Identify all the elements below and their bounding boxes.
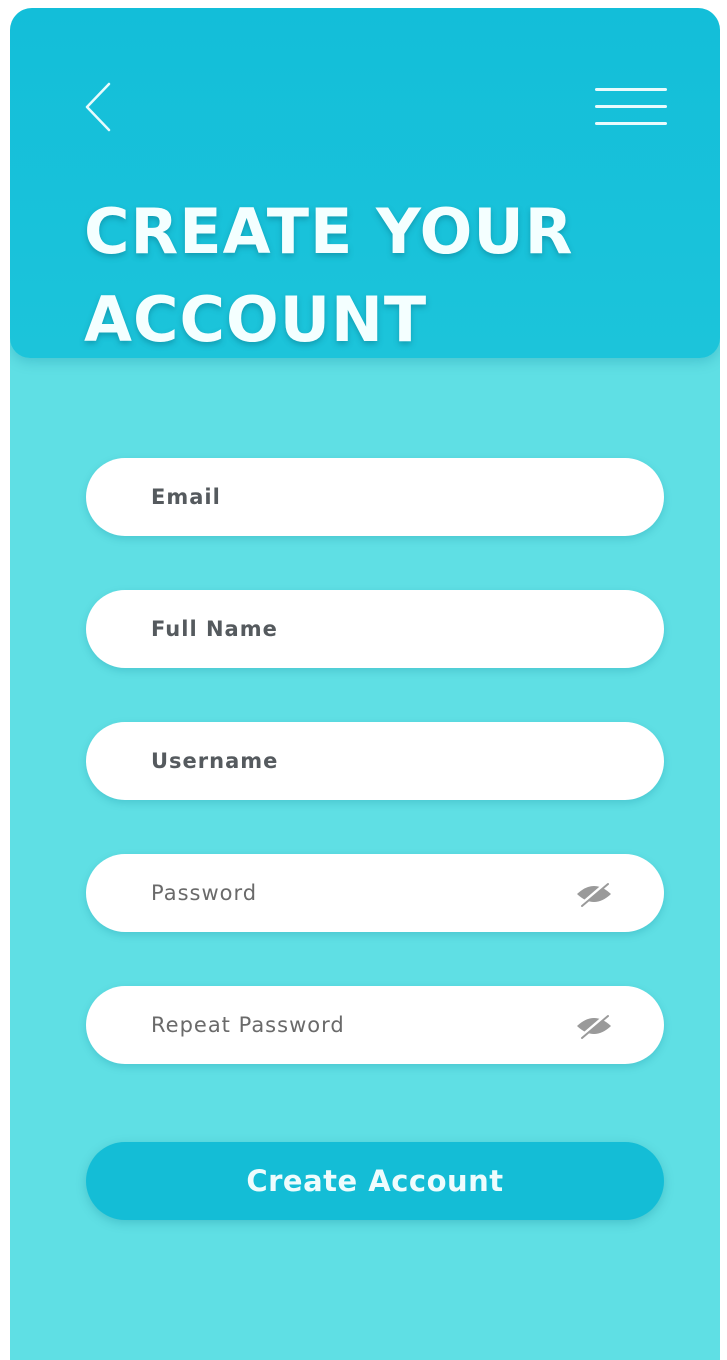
full-name-field[interactable]: Full Name (86, 590, 664, 668)
eye-slash-icon[interactable] (574, 1012, 614, 1040)
menu-button[interactable] (592, 84, 672, 130)
username-field[interactable]: Username (86, 722, 664, 800)
repeat-password-placeholder: Repeat Password (151, 1013, 345, 1037)
full-name-placeholder: Full Name (151, 617, 278, 641)
chevron-left-icon (85, 82, 111, 132)
eye-slash-icon[interactable] (574, 880, 614, 908)
password-placeholder: Password (151, 881, 258, 905)
page-title-line-2: ACCOUNT (84, 283, 428, 356)
create-account-button[interactable]: Create Account (86, 1142, 664, 1220)
header: CREATE YOUR ACCOUNT (10, 8, 720, 358)
email-placeholder: Email (151, 485, 221, 509)
email-field[interactable]: Email (86, 458, 664, 536)
back-button[interactable] (76, 78, 120, 136)
app-screen: CREATE YOUR ACCOUNT Email Full Name User… (10, 8, 720, 1360)
page-title: CREATE YOUR ACCOUNT (84, 188, 684, 364)
page-title-line-1: CREATE YOUR (84, 195, 574, 268)
repeat-password-field[interactable]: Repeat Password (86, 986, 664, 1064)
create-account-button-label: Create Account (246, 1164, 504, 1198)
username-placeholder: Username (151, 749, 279, 773)
password-field[interactable]: Password (86, 854, 664, 932)
